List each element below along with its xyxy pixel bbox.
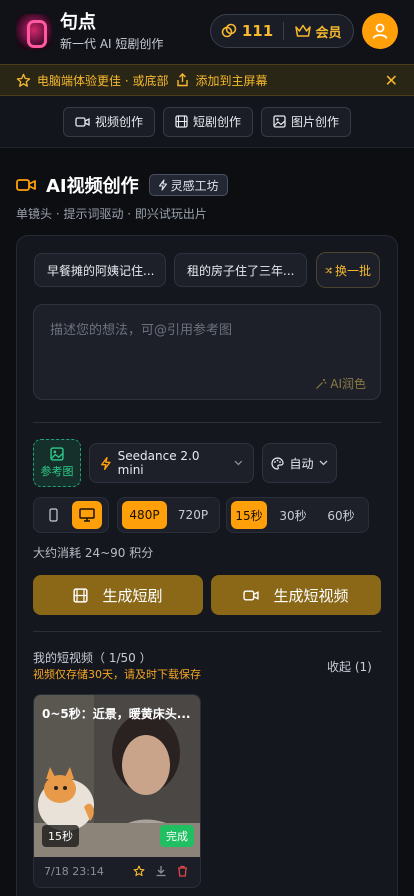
user-avatar[interactable] <box>362 13 398 49</box>
banner-add-homescreen[interactable]: 添加到主屏幕 <box>195 72 267 89</box>
image-icon <box>50 447 64 461</box>
user-icon <box>372 23 388 39</box>
tab-video-label: 视频创作 <box>94 115 143 129</box>
portrait-option[interactable] <box>38 501 68 529</box>
landscape-option[interactable] <box>72 501 102 529</box>
vip-label: 会员 <box>315 25 342 41</box>
creation-tabs: 视频创作 短剧创作 图片创作 <box>0 96 414 148</box>
banner-text: 电脑端体验更佳 · 或底部 <box>37 73 169 88</box>
generate-video-button[interactable]: 生成短视频 <box>211 575 381 615</box>
film-icon <box>175 115 188 128</box>
suggestion-chip[interactable]: 早餐摊的阿姨记住... <box>34 253 166 287</box>
video-card[interactable]: 0~5秒：近景，暖黄床头... 15秒 完成 7/18 23:14 <box>33 694 201 888</box>
credits-count: 111 <box>241 22 274 40</box>
brand: 句点 新一代 AI 短剧创作 <box>60 11 164 52</box>
collapse-button[interactable]: 收起 (1) <box>327 658 372 675</box>
lightning-icon <box>158 179 167 191</box>
palette-icon <box>271 456 285 470</box>
video-camera-icon <box>16 179 36 191</box>
model-select[interactable]: Seedance 2.0 mini <box>89 443 254 483</box>
image-icon <box>273 115 286 128</box>
inspiration-badge-label: 灵感工坊 <box>170 178 219 193</box>
app-logo[interactable] <box>16 14 52 50</box>
resolution-720p[interactable]: 720P <box>171 501 215 529</box>
video-thumbnail[interactable]: 0~5秒：近景，暖黄床头... 15秒 完成 <box>34 695 200 857</box>
star-icon[interactable] <box>133 865 145 877</box>
account-pill: 111 会员 <box>210 14 354 48</box>
cost-estimate: 大约消耗 24~90 积分 <box>33 546 154 560</box>
resolution-480p[interactable]: 480P <box>122 501 167 529</box>
tab-drama[interactable]: 短剧创作 <box>162 106 253 137</box>
duration-toggle: 15秒 30秒 60秒 <box>226 497 369 533</box>
share-icon <box>177 73 189 87</box>
video-caption: 0~5秒：近景，暖黄床头... <box>42 707 191 721</box>
divider <box>33 631 381 632</box>
inspiration-badge[interactable]: 灵感工坊 <box>148 174 228 196</box>
divider <box>33 422 381 423</box>
prompt-placeholder: 描述您的想法，可@引用参考图 <box>50 323 233 338</box>
phone-icon <box>48 508 58 522</box>
reference-image-label: 参考图 <box>40 465 74 478</box>
tab-image-label: 图片创作 <box>291 115 340 129</box>
crown-icon <box>295 24 312 37</box>
prompt-input[interactable]: 描述您的想法，可@引用参考图 AI润色 <box>33 304 381 400</box>
brand-name: 句点 <box>60 11 96 33</box>
generate-video-label: 生成短视频 <box>273 586 349 605</box>
status-badge: 完成 <box>160 825 194 847</box>
reference-image-button[interactable]: 参考图 <box>33 439 81 487</box>
video-actions <box>133 865 188 877</box>
star-icon <box>16 73 31 87</box>
duration-badge: 15秒 <box>42 825 79 847</box>
credits-button[interactable]: 111 <box>211 22 283 40</box>
tab-drama-label: 短剧创作 <box>192 115 241 129</box>
app-header: 句点 新一代 AI 短剧创作 111 会员 <box>0 0 414 64</box>
style-value: 自动 <box>289 456 314 471</box>
coins-icon <box>221 23 237 38</box>
refresh-label: 换一批 <box>334 263 371 278</box>
ai-polish-button[interactable]: AI润色 <box>315 375 366 392</box>
page-subtitle: 单镜头 · 提示词驱动 · 即兴试玩出片 <box>16 207 207 221</box>
storage-warning: 视频仅存储30天，请及时下载保存 <box>33 668 201 681</box>
monitor-icon <box>79 508 95 522</box>
my-videos-title: 我的短视频（ 1/50 ） <box>33 651 152 665</box>
install-banner: 电脑端体验更佳 · 或底部 添加到主屏幕 ✕ <box>0 64 414 96</box>
chevron-down-icon <box>319 460 327 466</box>
tab-video[interactable]: 视频创作 <box>62 106 155 137</box>
magic-wand-icon <box>316 378 327 389</box>
brand-subtitle: 新一代 AI 短剧创作 <box>60 36 164 51</box>
duration-30s[interactable]: 30秒 <box>271 501 315 529</box>
page-title: AI视频创作 <box>46 176 139 197</box>
ai-polish-label: AI润色 <box>330 377 366 391</box>
shuffle-icon <box>325 266 332 274</box>
tab-image[interactable]: 图片创作 <box>261 106 352 137</box>
chevron-down-icon <box>234 460 243 466</box>
video-camera-icon <box>75 116 90 127</box>
video-camera-icon <box>243 590 260 600</box>
suggestion-chip[interactable]: 租的房子住了三年... <box>174 253 307 287</box>
section-header: AI视频创作 灵感工坊 <box>16 172 228 198</box>
video-date: 7/18 23:14 <box>44 865 104 878</box>
style-select[interactable]: 自动 <box>262 443 337 483</box>
orientation-toggle <box>33 497 109 533</box>
trash-icon[interactable] <box>177 865 188 877</box>
download-icon[interactable] <box>155 865 167 877</box>
film-icon <box>73 587 89 603</box>
lightning-icon <box>101 456 111 470</box>
creation-card: 早餐摊的阿姨记住... 租的房子住了三年... 换一批 描述您的想法，可@引用参… <box>16 235 398 896</box>
duration-60s[interactable]: 60秒 <box>319 501 363 529</box>
banner-close-icon[interactable]: ✕ <box>385 71 398 90</box>
duration-15s[interactable]: 15秒 <box>231 501 267 529</box>
model-name: Seedance 2.0 mini <box>117 449 200 477</box>
generate-drama-button[interactable]: 生成短剧 <box>33 575 203 615</box>
resolution-toggle: 480P 720P <box>117 497 220 533</box>
vip-button[interactable]: 会员 <box>284 22 353 41</box>
refresh-suggestions-button[interactable]: 换一批 <box>316 252 380 288</box>
generate-drama-label: 生成短剧 <box>102 586 163 605</box>
